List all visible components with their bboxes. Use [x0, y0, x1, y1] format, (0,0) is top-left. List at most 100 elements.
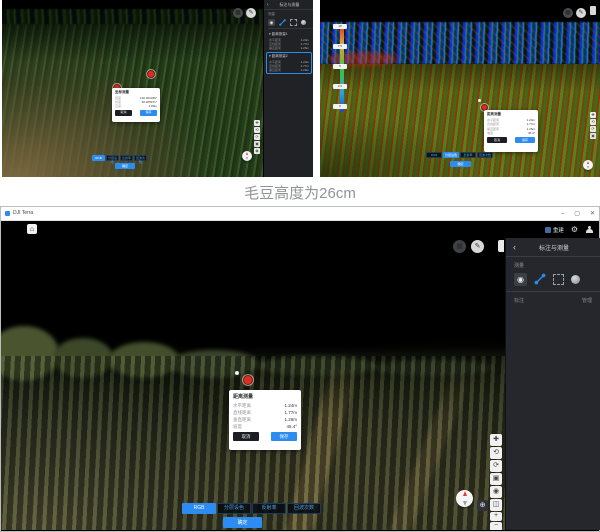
mode-rgb-button[interactable]: RGB: [182, 503, 216, 514]
gear-icon[interactable]: ⚙: [571, 225, 578, 234]
dji-terra-window: DJI Terra – ▢ ✕ ⌂ 重建 ⚙: [0, 206, 600, 532]
confirm-button[interactable]: 确定: [450, 161, 471, 167]
sidebar-title: 标注与测量: [520, 243, 588, 252]
area-measure-icon[interactable]: [290, 19, 297, 26]
point-measure-icon[interactable]: ◉: [514, 273, 527, 286]
screenshot-rgb-pointcloud: ▦ ✎ 坐标测量 经度120.361039° 纬度30.265971° 高度1.…: [2, 0, 313, 177]
axis-icon[interactable]: ✚: [590, 112, 596, 118]
axis-icon[interactable]: ✚: [490, 434, 502, 446]
frame-icon[interactable]: ▣: [590, 133, 596, 139]
frame-icon[interactable]: ▣: [254, 141, 260, 147]
split-view-icon[interactable]: ◫: [490, 499, 502, 511]
measurement-group-selected[interactable]: ▾ 距离测量2 水平距离1.24m 直线距离1.77m 垂直距离1.26m: [267, 53, 311, 73]
measure-pencil-icon[interactable]: ✎: [246, 8, 256, 18]
rotate-ccw-icon[interactable]: ⟲: [490, 447, 502, 459]
line-measure-icon[interactable]: [279, 19, 286, 26]
confirm-button[interactable]: 确定: [223, 517, 262, 528]
rotate-cw-icon[interactable]: ⟳: [590, 126, 596, 132]
measure-pin-start[interactable]: [478, 99, 481, 102]
mode-elevation-button[interactable]: 分层设色: [106, 155, 119, 161]
color-mode-switcher: RGB 分层设色 反射率 回波次数: [182, 503, 321, 514]
measure-pencil-icon[interactable]: ✎: [471, 240, 484, 253]
user-icon[interactable]: [585, 226, 593, 234]
compass-south-needle: [463, 501, 467, 506]
elevation-color-ramp: [340, 26, 344, 112]
measure-section-label: 测量: [268, 12, 313, 17]
confirm-button[interactable]: 确定: [115, 163, 135, 169]
area-measure-icon[interactable]: [553, 274, 564, 285]
app-icon: [5, 211, 10, 216]
rebuild-icon: [545, 227, 551, 233]
rotate-ccw-icon[interactable]: ⟲: [590, 119, 596, 125]
page: ▦ ✎ 坐标测量 经度120.361039° 纬度30.265971° 高度1.…: [0, 0, 600, 532]
save-button[interactable]: 保存: [271, 432, 297, 441]
rotate-ccw-icon[interactable]: ⟲: [254, 127, 260, 133]
view-mode-icon[interactable]: ▦: [453, 240, 466, 253]
view-mode-icon[interactable]: ▦: [563, 8, 573, 18]
compass[interactable]: [456, 490, 473, 507]
measurement-group[interactable]: ▾ 距离测量1 水平距离1.24m 直线距离1.77m 垂直距离1.26m: [267, 31, 311, 51]
rotate-cw-icon[interactable]: ⟳: [254, 134, 260, 140]
divider: [506, 291, 600, 292]
rebuild-button[interactable]: 重建: [545, 226, 564, 234]
measure-pin[interactable]: [147, 70, 155, 78]
save-button[interactable]: 保存: [140, 110, 157, 116]
axis-icon[interactable]: ✚: [254, 120, 260, 126]
panel-collapse-handle[interactable]: [590, 6, 596, 15]
ramp-label: 10: [333, 24, 347, 29]
view-mode-icon[interactable]: ▦: [233, 8, 243, 18]
save-button[interactable]: 保存: [515, 137, 535, 143]
back-icon[interactable]: ‹: [513, 242, 516, 252]
zoom-in-icon[interactable]: +: [490, 512, 502, 521]
manage-button[interactable]: 管理: [582, 297, 592, 304]
close-icon[interactable]: ✕: [590, 210, 595, 217]
mode-elevation-button[interactable]: 分层设色: [443, 152, 459, 158]
rotate-cw-icon[interactable]: ⟳: [490, 460, 502, 472]
sidebar-collapse-handle[interactable]: [498, 240, 504, 252]
popup-title: 坐标测量: [115, 90, 157, 95]
minimize-icon[interactable]: –: [561, 211, 564, 217]
mini-sidebar-header: ‹ 标注与测量: [264, 0, 313, 10]
annotation-list-label: 标注: [514, 297, 524, 304]
measure-tools: ◉: [514, 272, 600, 286]
mode-return-button[interactable]: 回波次数: [134, 155, 147, 161]
measure-pin-start[interactable]: [235, 371, 239, 375]
mode-rgb-button[interactable]: RGB: [92, 155, 105, 161]
mode-elevation-button[interactable]: 分层设色: [217, 503, 251, 514]
measure-pin[interactable]: [243, 375, 253, 385]
compass-north-needle: [246, 152, 248, 155]
mode-return-button[interactable]: 回波次数: [477, 152, 493, 158]
line-measure-icon[interactable]: [534, 273, 546, 285]
window-title: DJI Terra: [13, 210, 33, 216]
birdview-icon[interactable]: ⊕: [477, 500, 488, 511]
mode-reflectivity-button[interactable]: 反射率: [252, 503, 286, 514]
frame-icon[interactable]: ▣: [490, 473, 502, 485]
cancel-button[interactable]: 取消: [487, 137, 507, 143]
target-icon[interactable]: ◉: [490, 486, 502, 498]
target-icon[interactable]: ◉: [254, 148, 260, 154]
compass-north-needle: [587, 161, 589, 164]
maximize-icon[interactable]: ▢: [574, 210, 580, 217]
distance-popup: 距离测量 水平距离1.24m 直线距离1.77m 垂直距离1.26m 坡度45.…: [484, 110, 538, 152]
measure-pencil-icon[interactable]: ✎: [576, 8, 586, 18]
back-icon[interactable]: ‹: [267, 2, 269, 8]
compass-south-needle: [587, 166, 589, 169]
cancel-button[interactable]: 取消: [115, 110, 132, 116]
mode-return-button[interactable]: 回波次数: [287, 503, 321, 514]
mode-rgb-button[interactable]: RGB: [426, 152, 442, 158]
cancel-button[interactable]: 取消: [233, 432, 259, 441]
compass[interactable]: [583, 160, 593, 170]
pointcloud-viewport[interactable]: ▦ ✎ 距离测量 水平距离1.24m 直线距离1.77m 垂直距离1.26m 坡…: [1, 238, 505, 530]
volume-measure-icon[interactable]: [571, 275, 580, 284]
compass[interactable]: [242, 151, 252, 161]
tree-line: [2, 9, 263, 24]
mode-reflectivity-button[interactable]: 反射率: [460, 152, 476, 158]
point-measure-icon[interactable]: ◉: [268, 19, 275, 26]
coordinate-popup: 坐标测量 经度120.361039° 纬度30.265971° 高度1.89m …: [112, 88, 160, 122]
home-button[interactable]: ⌂: [27, 224, 37, 234]
zoom-out-icon[interactable]: −: [490, 522, 502, 530]
mode-reflectivity-button[interactable]: 反射率: [120, 155, 133, 161]
volume-measure-icon[interactable]: [301, 20, 306, 25]
measure-section-label: 测量: [514, 262, 600, 269]
compass-south-needle: [246, 157, 248, 160]
